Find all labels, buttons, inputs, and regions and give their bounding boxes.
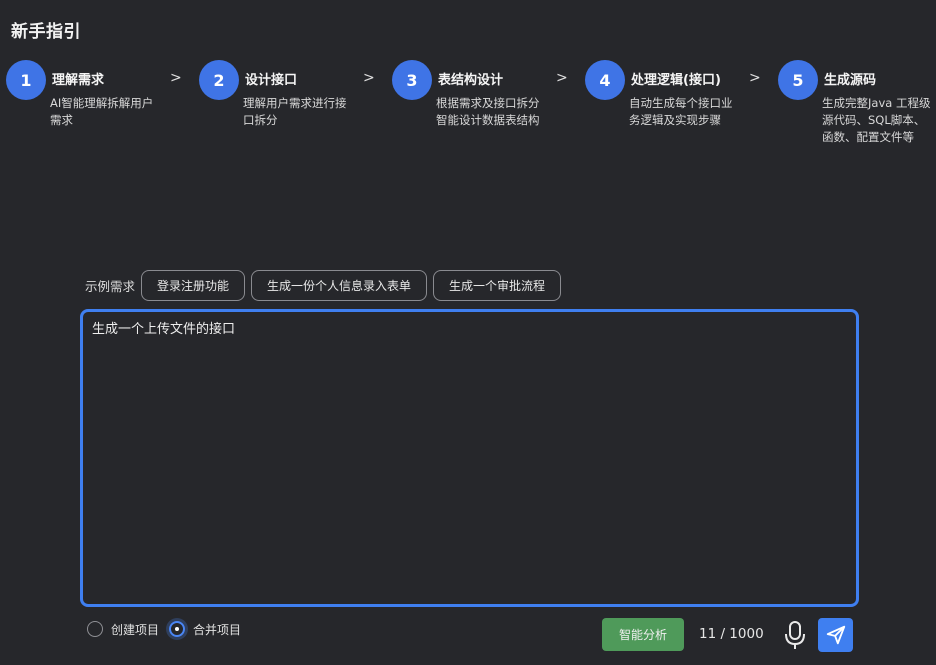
step-number: 5 — [778, 60, 818, 100]
step-description: AI智能理解拆解用户需求 — [50, 96, 154, 127]
step-title: 表结构设计 — [438, 73, 504, 88]
microphone-icon[interactable] — [783, 619, 807, 651]
step-description: 生成完整Java 工程级源代码、SQL脚本、函数、配置文件等 — [822, 96, 931, 144]
step-arrow: > — [170, 70, 182, 86]
example-chip-login[interactable]: 登录注册功能 — [141, 269, 246, 301]
send-button[interactable] — [818, 618, 853, 652]
radio-label: 合并项目 — [193, 622, 242, 637]
radio-checked-icon — [169, 621, 186, 637]
step-number: 1 — [6, 60, 46, 100]
character-counter: 11 / 1000 — [699, 626, 764, 642]
smart-analyze-button[interactable]: 智能分析 — [602, 618, 684, 651]
send-icon — [826, 625, 845, 645]
step-title: 理解需求 — [52, 73, 105, 88]
step-description: 自动生成每个接口业务逻辑及实现步骤 — [629, 96, 733, 127]
radio-label: 创建项目 — [111, 622, 160, 637]
step-number: 2 — [199, 60, 239, 100]
step-title: 设计接口 — [245, 73, 298, 88]
example-chip-approval-flow[interactable]: 生成一个审批流程 — [433, 269, 562, 301]
step-description: 根据需求及接口拆分智能设计数据表结构 — [436, 96, 540, 127]
step-arrow: > — [556, 70, 568, 86]
steps-guide: 1 理解需求 AI智能理解拆解用户需求 > 2 设计接口 理解用户需求进行接口拆… — [0, 60, 936, 180]
step-number: 3 — [392, 60, 432, 100]
step-arrow: > — [363, 70, 375, 86]
step-arrow: > — [749, 70, 761, 86]
step-title: 处理逻辑(接口) — [631, 73, 721, 88]
requirement-editor — [80, 309, 859, 607]
guide-title: 新手指引 — [11, 22, 81, 42]
radio-unchecked-icon — [87, 621, 103, 637]
requirement-input[interactable] — [92, 321, 847, 595]
example-requirements: 示例需求 登录注册功能 生成一份个人信息录入表单 生成一个审批流程 — [85, 268, 567, 302]
page: 新手指引 1 理解需求 AI智能理解拆解用户需求 > 2 设计接口 理解用户需求… — [0, 0, 936, 665]
step-title: 生成源码 — [824, 73, 877, 88]
project-mode-options: 创建项目 合并项目 — [87, 617, 251, 641]
step-number: 4 — [585, 60, 625, 100]
example-chip-profile-form[interactable]: 生成一份个人信息录入表单 — [251, 269, 428, 301]
radio-merge-project[interactable]: 合并项目 — [169, 621, 241, 638]
examples-label: 示例需求 — [85, 278, 136, 294]
radio-create-project[interactable]: 创建项目 — [87, 621, 159, 638]
step-description: 理解用户需求进行接口拆分 — [243, 96, 347, 127]
